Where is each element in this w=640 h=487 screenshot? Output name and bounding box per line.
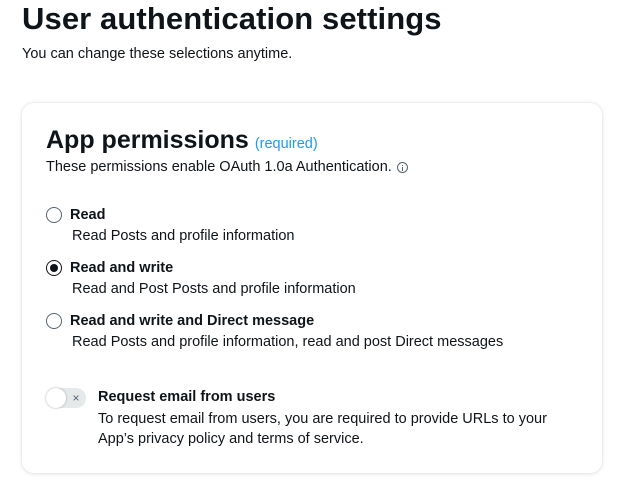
info-icon[interactable]: [396, 161, 408, 173]
page-subtitle: You can change these selections anytime.: [22, 46, 293, 62]
request-email-toggle[interactable]: ×: [46, 388, 86, 408]
radio-label: Read and write: [70, 260, 174, 276]
card-description-text: These permissions enable OAuth 1.0a Auth…: [46, 159, 392, 175]
required-tag: (required): [254, 136, 318, 152]
radio-option-read-write[interactable]: Read and write Read and Post Posts and p…: [46, 259, 586, 298]
card-title: App permissions: [46, 126, 249, 154]
toggle-knob: [46, 388, 66, 408]
page: User authentication settings You can cha…: [0, 0, 640, 487]
radio-option-read[interactable]: Read Read Posts and profile information: [46, 206, 586, 245]
radio-option-row: Read and write and Direct message: [46, 312, 586, 330]
app-permissions-card: App permissions (required) These permiss…: [22, 103, 602, 473]
radio-option-read-write-dm[interactable]: Read and write and Direct message Read P…: [46, 312, 586, 351]
radio-label: Read and write and Direct message: [70, 313, 315, 329]
radio-description: Read and Post Posts and profile informat…: [72, 281, 356, 297]
radio-button-read[interactable]: [46, 207, 62, 223]
radio-option-row: Read: [46, 206, 586, 224]
card-description: These permissions enable OAuth 1.0a Auth…: [46, 158, 408, 176]
card-heading: App permissions (required): [46, 125, 318, 155]
radio-button-read-write-dm[interactable]: [46, 313, 62, 329]
request-email-description: To request email from users, you are req…: [98, 411, 547, 447]
radio-label: Read: [70, 207, 106, 223]
radio-description: Read Posts and profile information: [72, 228, 295, 244]
request-email-label: Request email from users: [98, 389, 276, 405]
radio-description: Read Posts and profile information, read…: [72, 334, 504, 350]
close-icon: ×: [72, 391, 80, 405]
radio-option-row: Read and write: [46, 259, 586, 277]
page-title: User authentication settings: [22, 1, 442, 36]
radio-button-read-write[interactable]: [46, 260, 62, 276]
